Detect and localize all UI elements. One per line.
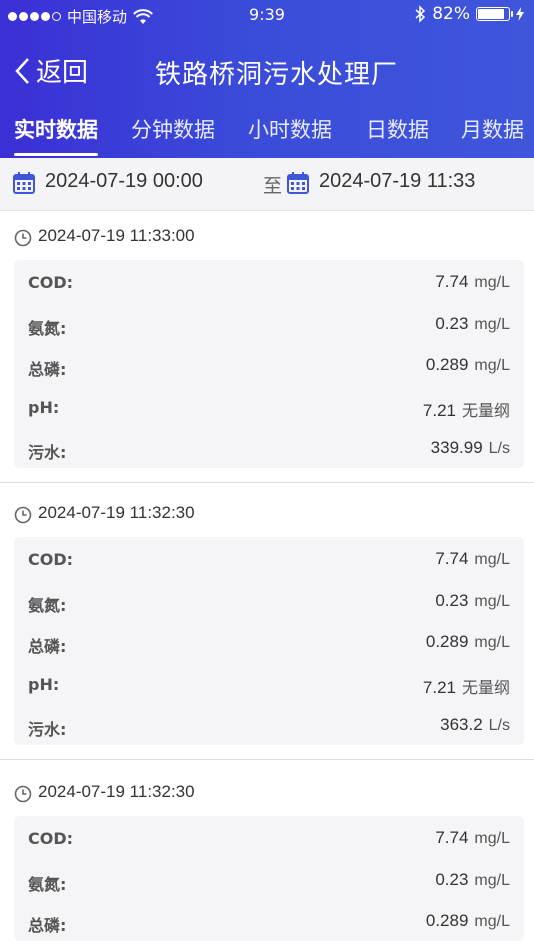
row-value: 0.23 bbox=[435, 313, 469, 333]
tab-bar: 实时数据 分钟数据 小时数据 日数据 月数据 bbox=[0, 104, 534, 158]
data-row-ammonia: 氨氮: 0.23 mg/L bbox=[14, 858, 524, 900]
row-value: 0.289 bbox=[425, 355, 469, 375]
row-unit: 无量纲 bbox=[461, 402, 510, 420]
data-row-phosphorus: 总磷: 0.289 mg/L bbox=[14, 620, 524, 662]
calendar-icon bbox=[13, 172, 35, 194]
row-unit: mg/L bbox=[474, 357, 510, 375]
row-unit: mg/L bbox=[474, 634, 510, 652]
nav-bar: 返回 铁路桥洞污水处理厂 bbox=[0, 44, 534, 96]
page-title: 铁路桥洞污水处理厂 bbox=[155, 60, 399, 90]
header: 中国移动 9:39 82% 返回 铁路桥洞污水处理厂 实时数据 分钟数据 小时数… bbox=[0, 0, 534, 158]
row-label: 氨氮: bbox=[28, 318, 67, 338]
row-label: pH: bbox=[28, 674, 60, 694]
data-row-phosphorus: 总磷: 0.289 mg/L bbox=[14, 343, 524, 385]
record-header: 2024-07-19 11:33:00 bbox=[0, 212, 534, 260]
row-unit: mg/L bbox=[474, 551, 510, 568]
to-label: 至 bbox=[263, 175, 283, 197]
row-label: 总磷: bbox=[28, 916, 67, 936]
row-unit: L/s bbox=[488, 717, 510, 735]
row-unit: mg/L bbox=[474, 274, 510, 291]
battery-percent: 82% bbox=[432, 4, 470, 24]
calendar-icon bbox=[287, 172, 309, 194]
status-bar: 中国移动 9:39 82% bbox=[0, 0, 534, 30]
row-unit: mg/L bbox=[474, 315, 510, 333]
row-value: 363.2 bbox=[440, 715, 483, 735]
tab-realtime[interactable]: 实时数据 bbox=[14, 114, 98, 156]
data-row-cod: COD: 7.74 mg/L bbox=[14, 537, 524, 579]
row-value: 339.99 bbox=[430, 438, 483, 458]
row-label: pH: bbox=[28, 397, 60, 417]
tab-day[interactable]: 日数据 bbox=[366, 114, 429, 144]
row-label: COD: bbox=[28, 550, 74, 569]
clock-icon bbox=[14, 229, 32, 247]
data-row-ph: pH: 7.21 无量纲 bbox=[14, 385, 524, 427]
row-value: 7.74 bbox=[435, 272, 469, 291]
clock-icon bbox=[14, 506, 32, 524]
data-row-sewage: 污水: 363.2 L/s bbox=[14, 703, 524, 745]
bluetooth-icon bbox=[415, 5, 426, 23]
record-time: 2024-07-19 11:32:30 bbox=[38, 782, 195, 801]
data-row-ph: pH: 7.21 无量纲 bbox=[14, 662, 524, 704]
end-date[interactable]: 2024-07-19 11:33 bbox=[319, 170, 475, 193]
record-item: 2024-07-19 11:32:30 COD: 7.74 mg/L 氨氮: 0.23… bbox=[0, 489, 534, 760]
row-value: 7.21 bbox=[422, 400, 456, 420]
record-item: 2024-07-19 11:32:30 COD: 7.74 mg/L 氨氮: 0.23… bbox=[0, 768, 534, 941]
row-label: 总磷: bbox=[28, 637, 67, 657]
data-row-ammonia: 氨氮: 0.23 mg/L bbox=[14, 302, 524, 344]
data-row-cod: COD: 7.74 mg/L bbox=[14, 816, 524, 858]
data-row-cod: COD: 7.74 mg/L bbox=[14, 260, 524, 302]
start-date[interactable]: 2024-07-19 00:00 bbox=[45, 170, 203, 193]
tab-hour[interactable]: 小时数据 bbox=[248, 114, 332, 144]
record-time: 2024-07-19 11:33:00 bbox=[38, 226, 195, 245]
row-value: 0.23 bbox=[435, 869, 469, 889]
row-unit: L/s bbox=[488, 440, 510, 458]
record-time: 2024-07-19 11:32:30 bbox=[38, 503, 195, 522]
clock-icon bbox=[14, 785, 32, 803]
row-value: 0.23 bbox=[435, 590, 469, 610]
record-header: 2024-07-19 11:32:30 bbox=[0, 768, 534, 816]
row-value: 7.21 bbox=[422, 677, 456, 697]
row-unit: mg/L bbox=[474, 871, 510, 889]
record-item: 2024-07-19 11:33:00 COD: 7.74 mg/L 氨氮: 0.23… bbox=[0, 212, 534, 483]
record-card: COD: 7.74 mg/L 氨氮: 0.23 mg/L 总磷: 0.289 mg/L bbox=[14, 816, 524, 941]
data-row-ammonia: 氨氮: 0.23 mg/L bbox=[14, 579, 524, 621]
row-label: COD: bbox=[28, 273, 74, 292]
row-label: 总磷: bbox=[28, 360, 67, 380]
row-value: 0.289 bbox=[425, 632, 469, 652]
row-label: 污水: bbox=[28, 443, 67, 463]
row-label: COD: bbox=[28, 829, 74, 848]
data-row-phosphorus: 总磷: 0.289 mg/L bbox=[14, 899, 524, 941]
battery-icon bbox=[476, 7, 513, 21]
row-unit: 无量纲 bbox=[461, 679, 510, 697]
row-value: 7.74 bbox=[435, 828, 469, 847]
row-value: 7.74 bbox=[435, 549, 469, 568]
data-row-sewage: 污水: 339.99 L/s bbox=[14, 426, 524, 468]
record-card: COD: 7.74 mg/L 氨氮: 0.23 mg/L 总磷: 0.289 mg/L pH… bbox=[14, 260, 524, 468]
row-unit: mg/L bbox=[474, 913, 510, 931]
record-header: 2024-07-19 11:32:30 bbox=[0, 489, 534, 537]
date-range-bar: 2024-07-19 00:00 至 2024-07-19 11:33 bbox=[0, 158, 534, 211]
row-label: 污水: bbox=[28, 720, 67, 740]
charging-icon bbox=[516, 7, 524, 21]
row-value: 0.289 bbox=[425, 911, 469, 931]
row-label: 氨氮: bbox=[28, 874, 67, 894]
back-button[interactable]: 返回 bbox=[14, 52, 88, 89]
row-unit: mg/L bbox=[474, 592, 510, 610]
divider bbox=[0, 481, 534, 483]
back-label: 返回 bbox=[36, 58, 89, 88]
record-card: COD: 7.74 mg/L 氨氮: 0.23 mg/L 总磷: 0.289 mg/L pH… bbox=[14, 537, 524, 745]
chevron-left-icon bbox=[15, 57, 29, 84]
tab-minute[interactable]: 分钟数据 bbox=[131, 114, 215, 144]
tab-month[interactable]: 月数据 bbox=[461, 114, 524, 144]
row-unit: mg/L bbox=[474, 830, 510, 847]
divider bbox=[0, 758, 534, 760]
row-label: 氨氮: bbox=[28, 595, 67, 615]
